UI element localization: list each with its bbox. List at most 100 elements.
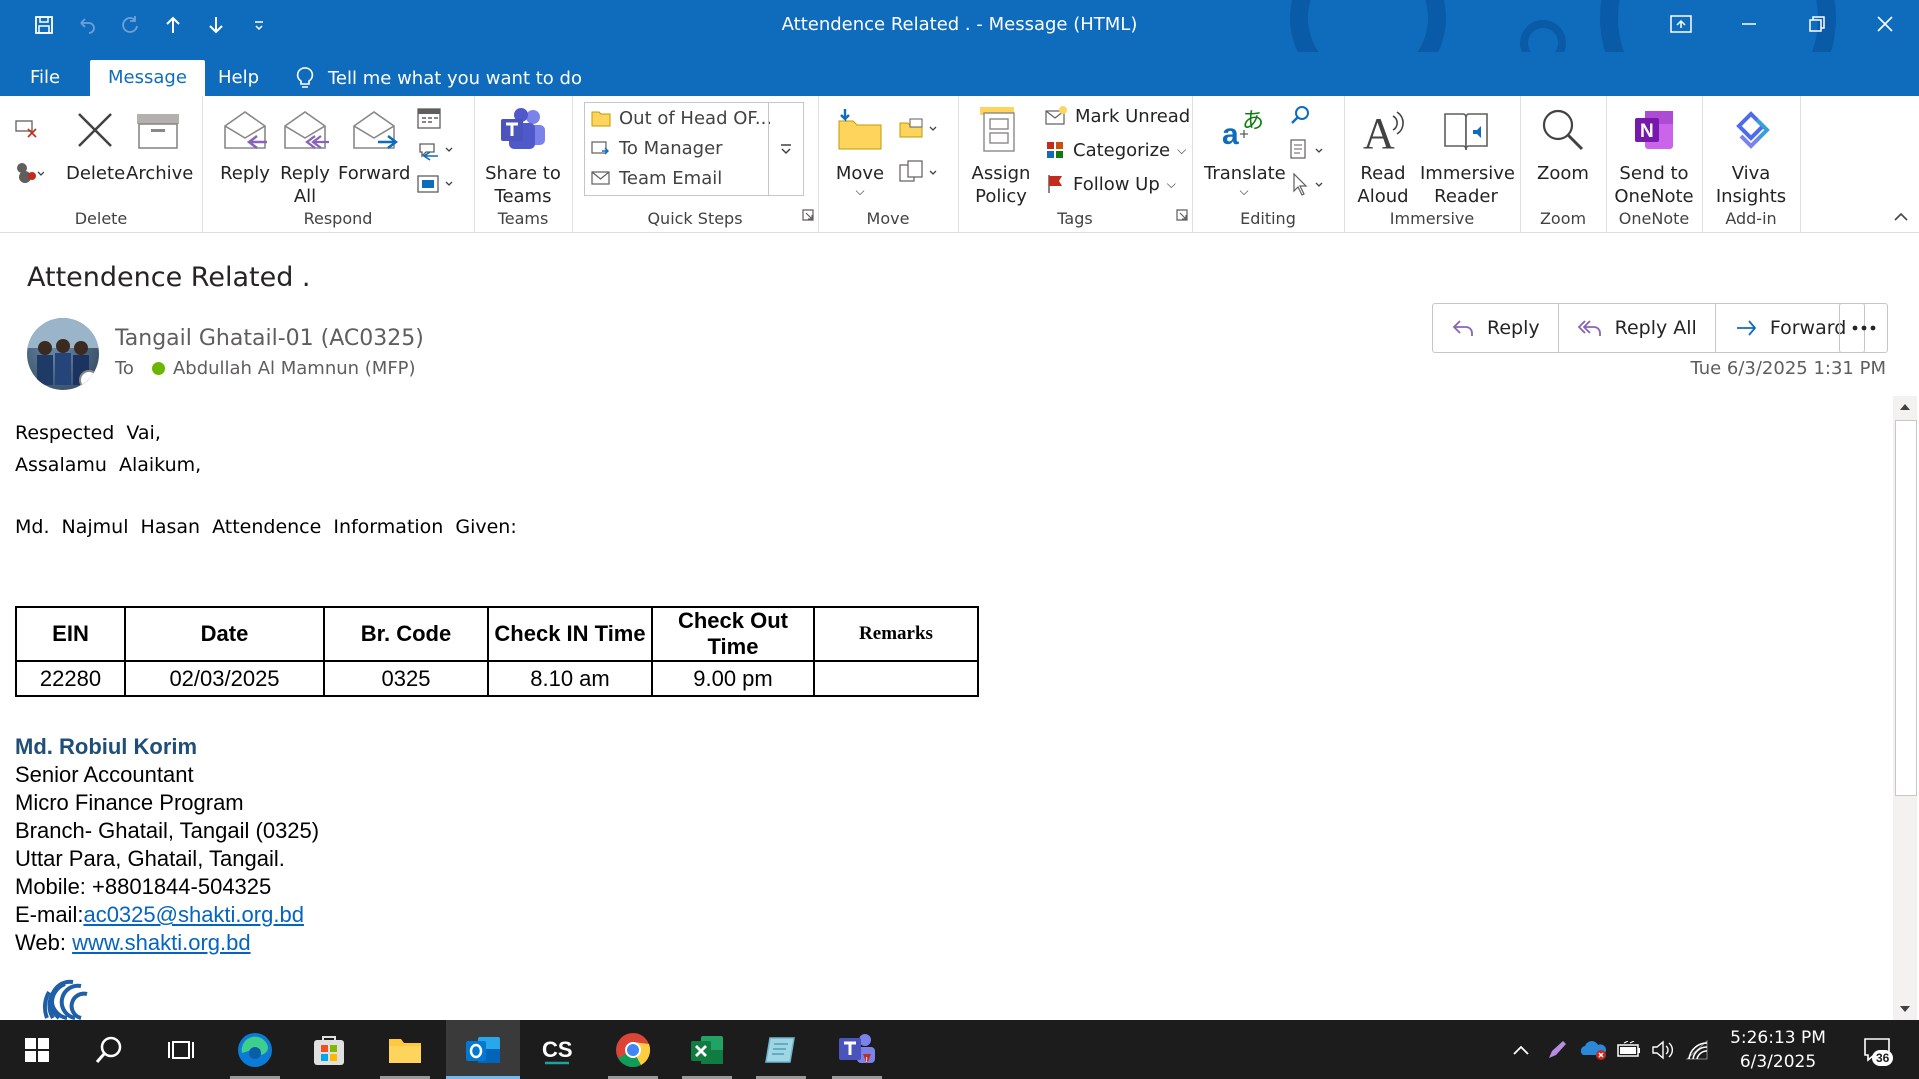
delete-button[interactable]: Delete	[66, 102, 125, 185]
sender-name[interactable]: Tangail Ghatail-01 (AC0325)	[115, 326, 424, 351]
signature-title: Senior Accountant	[15, 762, 194, 787]
table-cell	[813, 660, 979, 697]
table-cell: 8.10 am	[487, 660, 653, 697]
recipient-name[interactable]: Abdullah Al Mamnun (MFP)	[173, 358, 416, 379]
wifi-icon[interactable]	[1682, 1020, 1712, 1079]
more-respond-icon[interactable]	[416, 170, 456, 198]
tab-help[interactable]: Help	[200, 60, 277, 96]
title-bar: Attendence Related . - Message (HTML)	[0, 0, 1919, 52]
reply-all-button[interactable]: Reply All	[278, 102, 332, 208]
viva-insights-button[interactable]: Viva Insights	[1710, 102, 1792, 208]
assign-policy-button[interactable]: Assign Policy	[966, 102, 1036, 208]
close-icon[interactable]	[1851, 0, 1919, 48]
group-zoom-label: Zoom	[1539, 209, 1587, 228]
forward-label: Forward	[338, 163, 411, 184]
onedrive-icon[interactable]	[1576, 1020, 1610, 1079]
meeting-icon[interactable]	[416, 104, 442, 132]
zoom-button[interactable]: Zoom	[1532, 102, 1594, 185]
minimize-icon[interactable]	[1715, 0, 1783, 48]
signature-email-line: E-mail:ac0325@shakti.org.bd	[15, 902, 304, 928]
pen-icon[interactable]	[1542, 1020, 1572, 1079]
policy-icon	[966, 102, 1036, 158]
mark-unread-button[interactable]: Mark Unread	[1044, 102, 1190, 130]
menu-bar: File Message Help Tell me what you want …	[0, 52, 1919, 96]
find-icon[interactable]	[1288, 102, 1312, 130]
share-to-teams-button[interactable]: Share to Teams	[484, 102, 562, 208]
email-label: E-mail:	[15, 902, 84, 927]
onenote-move-icon[interactable]	[898, 158, 942, 186]
restore-icon[interactable]	[1783, 0, 1851, 48]
tab-message[interactable]: Message	[90, 60, 205, 96]
greeting-text: Respected Vai,	[15, 422, 161, 444]
more-actions-button[interactable]	[1839, 303, 1888, 353]
scroll-up-icon[interactable]	[1893, 396, 1917, 418]
outlook-icon[interactable]	[446, 1020, 520, 1079]
volume-icon[interactable]	[1648, 1020, 1678, 1079]
send-to-onenote-button[interactable]: N Send to OneNote	[1610, 102, 1698, 208]
rules-icon[interactable]	[898, 114, 942, 142]
tell-me-search[interactable]: Tell me what you want to do	[296, 60, 582, 96]
file-explorer-icon[interactable]	[368, 1020, 442, 1079]
related-icon[interactable]	[1288, 136, 1328, 164]
email-link[interactable]: ac0325@shakti.org.bd	[83, 902, 303, 927]
archive-button[interactable]: Archive	[126, 102, 194, 185]
archive-label: Archive	[126, 163, 194, 184]
collapse-ribbon-icon[interactable]	[1893, 210, 1909, 228]
im-reply-icon[interactable]	[416, 136, 456, 164]
signature-program: Micro Finance Program	[15, 790, 244, 815]
cs-icon[interactable]: CS	[520, 1020, 594, 1079]
forward-button[interactable]: Forward	[338, 102, 410, 185]
edge-icon[interactable]	[218, 1020, 292, 1079]
immersive-reader-button[interactable]: Immersive Reader	[1420, 102, 1515, 208]
svg-text:!: !	[866, 1057, 868, 1064]
translate-button[interactable]: aあ Translate ⌵	[1204, 102, 1286, 197]
table-header: Check IN Time	[487, 606, 653, 662]
reply-all-action-button[interactable]: Reply All	[1559, 304, 1716, 352]
notification-center-icon[interactable]: 36	[1852, 1020, 1902, 1079]
move-button[interactable]: Move ⌵	[832, 102, 888, 197]
battery-icon[interactable]	[1614, 1020, 1644, 1079]
group-immersive-label: Immersive	[1389, 209, 1475, 228]
quick-step-label: To Manager	[619, 137, 723, 159]
group-respond: Reply Reply All Forward Respond	[202, 96, 475, 232]
scroll-down-icon[interactable]	[1893, 998, 1917, 1020]
follow-up-button[interactable]: Follow Up ⌵	[1044, 170, 1176, 198]
reply-button[interactable]: Reply	[218, 102, 272, 185]
ribbon-display-options-icon[interactable]	[1647, 0, 1715, 48]
chrome-icon[interactable]	[596, 1020, 670, 1079]
group-addin-label: Add-in	[1725, 209, 1777, 228]
chevron-down-icon: ⌵	[1166, 176, 1176, 191]
taskbar-clock[interactable]: 5:26:13 PM 6/3/2025	[1718, 1026, 1838, 1074]
quick-steps-more-icon[interactable]	[768, 103, 803, 195]
attendance-table: EIN Date Br. Code Check IN Time Check Ou…	[15, 606, 979, 697]
message-body: Respected Vai, Assalamu Alaikum, Md. Naj…	[15, 420, 1885, 1020]
excel-icon[interactable]	[670, 1020, 744, 1079]
teams-taskbar-icon[interactable]: !	[820, 1020, 894, 1079]
reply-action-button[interactable]: Reply	[1433, 304, 1559, 352]
reply-all-arrow-icon	[1577, 320, 1601, 336]
tab-file[interactable]: File	[12, 60, 78, 96]
viva-insights-label-2: Insights	[1715, 186, 1787, 207]
search-icon[interactable]	[72, 1020, 146, 1079]
scrollbar-thumb[interactable]	[1895, 420, 1917, 796]
show-hidden-icons-icon[interactable]	[1506, 1020, 1536, 1079]
select-icon[interactable]	[1288, 170, 1328, 198]
store-icon[interactable]	[292, 1020, 366, 1079]
web-link[interactable]: www.shakti.org.bd	[72, 930, 251, 955]
taskbar: CS ! 5:26:13 PM 6/3/2025 36	[0, 1020, 1919, 1079]
ignore-icon[interactable]	[14, 114, 40, 142]
cleanup-icon[interactable]	[14, 158, 44, 186]
read-aloud-button[interactable]: A Read Aloud	[1354, 102, 1412, 208]
salam-text: Assalamu Alaikum,	[15, 454, 202, 476]
categorize-button[interactable]: Categorize ⌵	[1044, 136, 1186, 164]
app-icon[interactable]	[744, 1020, 818, 1079]
start-icon[interactable]	[0, 1020, 74, 1079]
translate-label: Translate	[1204, 163, 1286, 184]
table-cell: 22280	[15, 660, 126, 697]
message-action-bar: Reply Reply All Forward	[1432, 303, 1866, 353]
send-to-onenote-label-2: OneNote	[1614, 186, 1694, 207]
task-view-icon[interactable]	[144, 1020, 218, 1079]
mark-unread-label: Mark Unread	[1075, 105, 1191, 127]
to-field: To Abdullah Al Mamnun (MFP)	[115, 358, 416, 379]
message-scrollbar[interactable]	[1893, 396, 1917, 1020]
